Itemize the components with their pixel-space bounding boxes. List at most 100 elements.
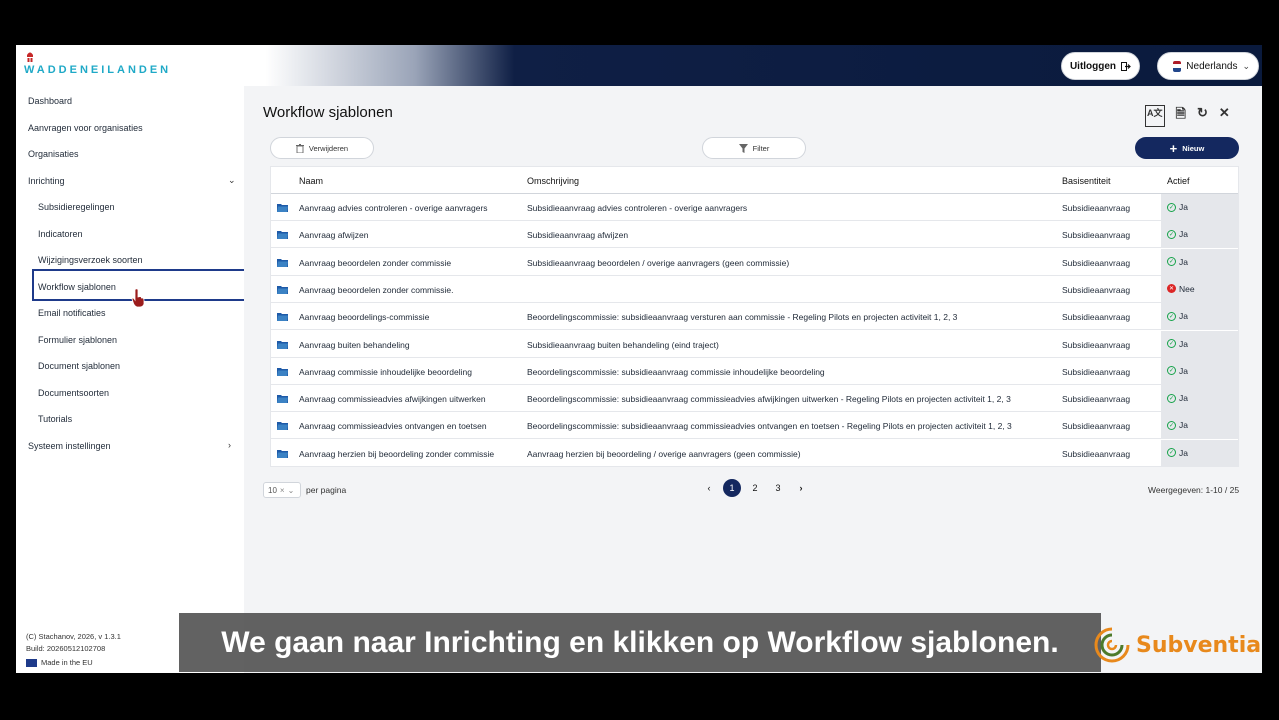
page-3-button[interactable]: 3: [769, 479, 787, 497]
cell-omschrijving: Beoordelingscommissie: subsidieaanvraag …: [527, 312, 958, 323]
per-page-control: 10 × ⌄ per pagina: [263, 482, 346, 498]
sidebar-item-organisaties[interactable]: Organisaties: [28, 149, 79, 159]
logo-text: WADDENEILANDEN: [24, 64, 172, 76]
logout-label: Uitloggen: [1069, 60, 1117, 72]
check-circle-icon: ✓: [1167, 420, 1176, 430]
logo[interactable]: WADDENEILANDEN: [24, 50, 171, 76]
copyright-text: (C) Stachanov, 2026, v 1.3.1: [26, 632, 121, 641]
sidebar-item-aanvragen[interactable]: Aanvragen voor organisaties: [28, 123, 143, 133]
folder-icon: [277, 395, 288, 404]
brand-swirl-icon: [1094, 627, 1130, 663]
sidebar: Dashboard Aanvragen voor organisaties Or…: [16, 86, 244, 673]
dutch-flag-icon: [1173, 60, 1182, 72]
actief-label: Ja: [1179, 311, 1188, 322]
chevron-down-icon[interactable]: ⌄: [228, 175, 236, 186]
video-subtitle: We gaan naar Inrichting en klikken op Wo…: [179, 613, 1101, 672]
check-circle-icon: ✓: [1167, 393, 1176, 403]
language-select[interactable]: Nederlands ⌄: [1157, 52, 1259, 80]
folder-icon: [277, 367, 288, 376]
check-circle-icon: ✓: [1167, 229, 1176, 239]
hand-cursor-icon: [131, 288, 145, 308]
sidebar-item-formulier-sjablonen[interactable]: Formulier sjablonen: [38, 335, 117, 345]
folder-icon: [277, 449, 288, 458]
sidebar-item-dashboard[interactable]: Dashboard: [28, 96, 72, 106]
cell-omschrijving: Aanvraag herzien bij beoordeling / overi…: [527, 448, 801, 459]
eu-flag-icon: [26, 659, 37, 667]
table-row[interactable]: Aanvraag beoordelen zonder commissie. Sub…: [271, 275, 1239, 303]
cell-basisentiteit: Subsidieaanvraag: [1062, 230, 1131, 241]
made-in-eu: Made in the EU: [26, 657, 121, 669]
sidebar-item-subsidieregelingen[interactable]: Subsidieregelingen: [38, 202, 115, 212]
column-header-omschrijving[interactable]: Omschrijving: [527, 176, 579, 186]
filter-button[interactable]: Filter: [702, 137, 806, 159]
column-header-basisentiteit[interactable]: Basisentiteit: [1062, 176, 1111, 186]
per-page-label: per pagina: [306, 485, 347, 495]
table-row[interactable]: Aanvraag advies controleren - overige aa…: [271, 194, 1239, 221]
new-button[interactable]: + Nieuw: [1135, 137, 1239, 159]
sidebar-item-email-notificaties[interactable]: Email notificaties: [38, 308, 106, 318]
cell-naam: Aanvraag beoordelings-commissie: [299, 312, 430, 323]
table-row[interactable]: Aanvraag afwijzen Subsidieaanvraag afwijz…: [271, 221, 1239, 249]
excel-export-icon[interactable]: 🗎: [1176, 105, 1186, 127]
translate-icon[interactable]: A文: [1145, 105, 1165, 127]
folder-icon: [277, 313, 288, 322]
cell-omschrijving: Beoordelingscommissie: subsidieaanvraag …: [527, 421, 1012, 432]
logout-button[interactable]: Uitloggen: [1061, 52, 1140, 80]
cell-naam: Aanvraag commissieadvies ontvangen en to…: [299, 421, 487, 432]
actief-label: Ja: [1179, 365, 1188, 376]
folder-icon: [277, 422, 288, 431]
sidebar-item-systeem-instellingen[interactable]: Systeem instellingen: [28, 441, 111, 451]
chevron-right-icon[interactable]: ›: [228, 440, 231, 450]
check-circle-icon: ✓: [1167, 202, 1176, 212]
chevron-down-icon: ⌄: [287, 485, 295, 495]
sidebar-item-documentsoorten[interactable]: Documentsoorten: [38, 388, 109, 398]
pagination: ‹ 1 2 3 ›: [700, 479, 810, 497]
per-page-value: 10: [268, 485, 277, 495]
page-1-button[interactable]: 1: [723, 479, 741, 497]
sidebar-item-indicatoren[interactable]: Indicatoren: [38, 229, 83, 239]
cell-basisentiteit: Subsidieaanvraag: [1062, 203, 1131, 213]
new-label: Nieuw: [1182, 143, 1205, 153]
next-page-icon[interactable]: ›: [792, 479, 810, 497]
table-row[interactable]: Aanvraag commissie inhoudelijke beoordel…: [271, 357, 1239, 385]
cell-basisentiteit: Subsidieaanvraag: [1062, 421, 1131, 432]
page-2-button[interactable]: 2: [746, 479, 764, 497]
previous-page-icon[interactable]: ‹: [700, 479, 718, 497]
per-page-select[interactable]: 10 × ⌄: [263, 482, 301, 498]
actief-label: Ja: [1179, 202, 1188, 212]
clear-icon: ×: [279, 485, 285, 495]
table-row[interactable]: Aanvraag commissieadvies ontvangen en to…: [271, 412, 1239, 440]
check-circle-icon: ✓: [1167, 448, 1176, 458]
table-row[interactable]: Aanvraag commissieadvies afwijkingen uit…: [271, 385, 1239, 413]
folder-icon: [277, 258, 288, 267]
cell-actief: ✓ Ja: [1167, 311, 1188, 321]
sidebar-item-inrichting[interactable]: Inrichting: [28, 176, 65, 186]
sidebar-item-wijzigingsverzoek[interactable]: Wijzigingsverzoek soorten: [38, 255, 143, 265]
close-icon[interactable]: ✕: [1219, 105, 1230, 127]
actief-label: Ja: [1179, 229, 1188, 240]
delete-button[interactable]: Verwijderen: [270, 137, 374, 159]
made-in-label: Made in the EU: [41, 658, 93, 667]
cell-actief: ✓ Ja: [1167, 448, 1188, 458]
table-row[interactable]: Aanvraag herzien bij beoordeling zonder …: [271, 439, 1239, 467]
column-header-naam[interactable]: Naam: [299, 176, 323, 186]
column-header-actief[interactable]: Actief: [1167, 176, 1190, 186]
table-row[interactable]: Aanvraag beoordelen zonder commissie Subs…: [271, 248, 1239, 276]
table-row[interactable]: Aanvraag beoordelings-commissie Beoordeli…: [271, 303, 1239, 331]
chevron-down-icon: ⌄: [1242, 60, 1250, 71]
refresh-icon[interactable]: ↻: [1197, 105, 1208, 127]
sidebar-item-workflow-sjablonen[interactable]: Workflow sjablonen: [38, 282, 116, 292]
actief-label: Ja: [1179, 447, 1188, 458]
top-bar: WADDENEILANDEN Uitloggen Nederlands ⌄: [16, 45, 1262, 86]
folder-icon: [277, 204, 288, 212]
sidebar-item-tutorials[interactable]: Tutorials: [38, 414, 72, 424]
table-row[interactable]: Aanvraag buiten behandeling Subsidieaanvr…: [271, 330, 1239, 358]
lighthouse-icon: [27, 52, 33, 62]
check-circle-icon: ✓: [1167, 366, 1176, 376]
brand-logo: Subventia: [1090, 625, 1261, 665]
check-circle-icon: ✓: [1167, 311, 1176, 321]
cell-actief: ✕ Nee: [1167, 284, 1195, 294]
table-header: Naam Omschrijving Basisentiteit Actief: [271, 167, 1238, 194]
sidebar-item-document-sjablonen[interactable]: Document sjablonen: [38, 361, 120, 371]
cell-basisentiteit: Subsidieaanvraag: [1062, 257, 1131, 268]
